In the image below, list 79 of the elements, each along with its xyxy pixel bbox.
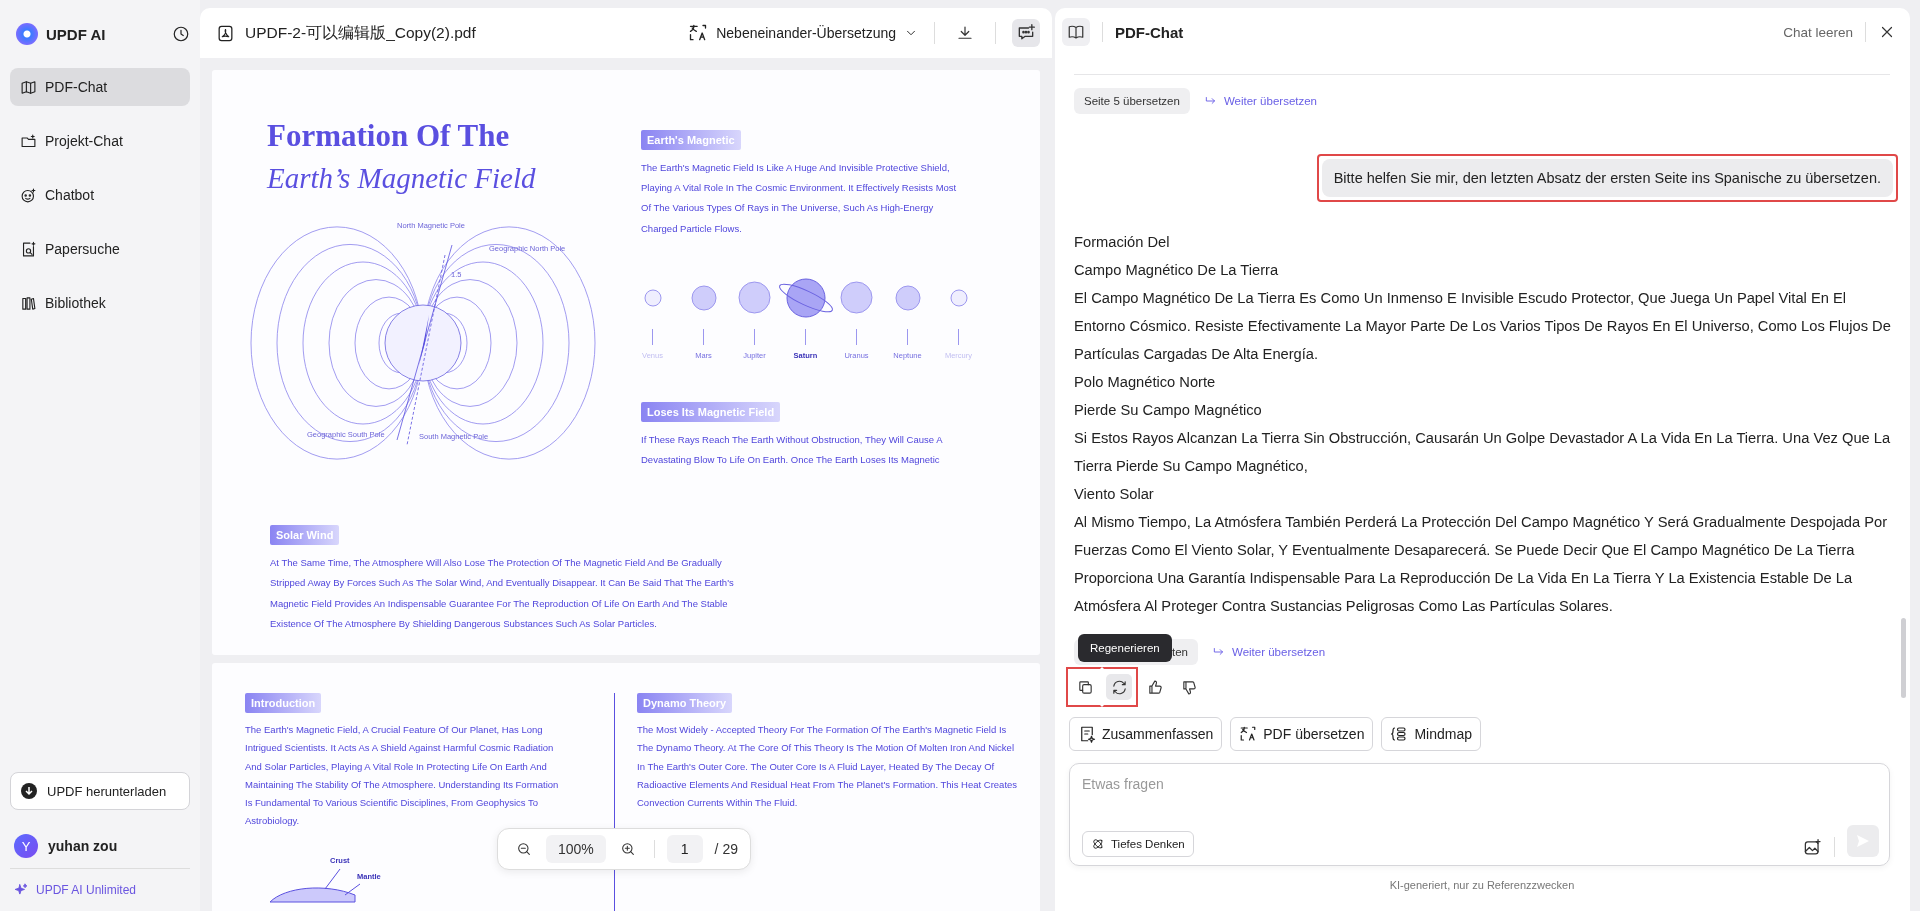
- response-text: Pierde Su Campo Magnético: [1074, 401, 1263, 420]
- robot-face-icon: [20, 186, 37, 204]
- pdf-file-icon: [216, 23, 235, 43]
- sidebar-item[interactable]: Chatbot: [10, 176, 190, 214]
- atom-icon: [1091, 837, 1105, 851]
- document-title: Formation Of The: [267, 118, 511, 154]
- sidebar-item[interactable]: PDF-Chat: [10, 68, 190, 106]
- response-text: Viento Solar: [1074, 485, 1155, 504]
- section-paragraph: The Earth's Magnetic Field, A Crucial Feature Of Our Planet, Has Long Intrigued Scientists. It Acts As A Shield Against Harmful Cosmic Radiation And Solar Particles, Playing A Vital Role In Protecting Life On Earth And Maintaining The Stability Of The Atmosphere. Understanding Its Formation Is Fundamental To Various Scientific Disciplines, From Geophysics To Astrobiology.: [245, 723, 560, 829]
- zoom-level[interactable]: 100%: [546, 835, 606, 863]
- copy-icon: [1076, 678, 1094, 696]
- folder-icon: [20, 132, 37, 150]
- translation-mode-dropdown[interactable]: Nebeneinander-Übersetzung: [688, 23, 918, 43]
- plan-link[interactable]: UPDF AI Unlimited: [10, 869, 190, 911]
- response-text: Formación Del: [1074, 233, 1171, 252]
- image-icon: [1803, 838, 1822, 857]
- file-name: UPDF-2-可以编辑版_Copy(2).pdf: [245, 22, 477, 43]
- page-number-field[interactable]: 1: [666, 835, 703, 863]
- zoom-out-icon: [516, 841, 532, 857]
- page-count: / 29: [714, 841, 738, 857]
- response-text: Campo Magnético De La Tierra: [1074, 261, 1280, 280]
- planet-icon: [949, 288, 968, 307]
- response-text: Al Mismo Tiempo, La Atmósfera También Perderá La Protección Del Campo Magnético Y Será Gradualmente Despojada Por Fuerzas Como El Viento Solar, Y Eventualmente Desaparecerá. Se Puede Decir Que El Campo Magnético De La Tierra Proporciona Una Garantía Indispensable Para La Reproducción De La Vida En La Tierra Y La Existencia Estable De La Atmósfera Al Proteger Contra Sustancias Peligrosas Como Las Partículas Solares.: [1074, 513, 1889, 616]
- planet-icon: [894, 284, 921, 311]
- section-paragraph: If These Rays Reach The Earth Without Obstruction, They Will Cause A Devastating Blow To Life On Earth. Once The Earth Loses Its Magnetic: [641, 432, 944, 467]
- tooltip: Regenerieren: [1078, 634, 1172, 662]
- section-heading: Solar Wind: [270, 525, 340, 546]
- book-button[interactable]: [1062, 18, 1090, 46]
- sparkle-icon: [14, 883, 28, 897]
- planet-icon: [690, 284, 717, 311]
- ai-chat-toggle-button[interactable]: [1012, 19, 1040, 47]
- document-subtitle: Earth’s Magnetic Field: [267, 162, 537, 195]
- response-text: Si Estos Rayos Alcanzan La Tierra Sin Obstrucción, Causarán Un Golpe Devastador A La Vida En La Tierra. Una Vez Que La Tierra Pierde Su Campo Magnético,: [1074, 429, 1892, 476]
- quick-action-button[interactable]: Mindmap: [1381, 717, 1482, 751]
- section-heading: Earth's Magnetic: [641, 130, 741, 150]
- app-name: UPDF AI: [46, 25, 107, 43]
- continue-translation-link[interactable]: Weiter übersetzen: [1203, 94, 1318, 108]
- history-icon: [172, 25, 190, 43]
- sidebar-item[interactable]: Projekt-Chat: [10, 122, 190, 160]
- continue-translation-link[interactable]: Weiter übersetzen: [1212, 645, 1326, 659]
- quick-action-button[interactable]: Zusammenfassen: [1069, 717, 1223, 751]
- response-text: Polo Magnético Norte: [1074, 373, 1217, 392]
- app-logo-icon: [16, 23, 38, 45]
- section-heading: Introduction: [245, 693, 322, 713]
- deep-thinking-button[interactable]: Tiefes Denken: [1082, 831, 1194, 857]
- chat-input-field[interactable]: Etwas fragen Tiefes Denken: [1069, 763, 1890, 866]
- sidebar-item[interactable]: Bibliothek: [10, 284, 190, 322]
- section-paragraph: The Earth's Magnetic Field Is Like A Huge And Invisible Protective Shield, Playing A Vital Role In The Cosmic Environment. It Effectively Resists Most Of The Various Types Of Rays in The Universe, Such As High-Energy Charged Particle Flows.: [641, 161, 958, 236]
- mindmap-icon: [1390, 725, 1409, 743]
- clear-chat-button[interactable]: Chat leeren: [1783, 24, 1853, 40]
- section-paragraph: At The Same Time, The Atmosphere Will Also Lose The Protection Of The Magnetic Field And Be Gradually Stripped Away By Forces Such As The Solar Wind, And Eventually Disappear. It Can Be Said That The Earth's Magnetic Field Provides An Indispensable Guarantee For The Reproduction Of Life On Earth And The Stable Existence Of The Atmosphere By Shielding Dangerous Substances Such As Solar Particles.: [270, 556, 735, 631]
- disclaimer-text: KI-generiert, nur zu Referenzzwecken: [1388, 879, 1576, 891]
- library-icon: [20, 294, 37, 312]
- image-upload-button[interactable]: [1803, 838, 1822, 857]
- summary-icon: [1078, 725, 1096, 743]
- thumbs-up-icon: [1146, 678, 1164, 696]
- quick-action-button[interactable]: PDF übersetzen: [1230, 717, 1374, 751]
- planet-icon: [840, 281, 873, 315]
- download-button[interactable]: UPDF herunterladen: [10, 772, 190, 810]
- section-heading: Dynamo Theory: [637, 693, 733, 713]
- response-text: El Campo Magnético De La Tierra Es Como Un Inmenso E Invisible Escudo Protector, Que Juega Un Papel Vital En El Entorno Cósmico. Resiste Efectivamente La Mayor Parte De Los Varios Tipos De Rayos En El Universo, Como Los Flujos De Partículas Cargadas De Alta Energía.: [1074, 289, 1892, 364]
- translate-icon: [688, 23, 709, 43]
- user-avatar: Y: [14, 834, 38, 858]
- planet-icon: [738, 281, 771, 315]
- download-icon: [956, 24, 974, 42]
- planet-icon: [643, 288, 662, 307]
- zoom-in-icon: [619, 841, 636, 857]
- document-search-icon: [20, 240, 37, 258]
- translate-page-chip[interactable]: Seite 5 übersetzen: [1074, 88, 1190, 114]
- download-icon: [21, 783, 37, 799]
- thumbs-down-icon: [1180, 678, 1198, 696]
- refresh-icon: [1110, 678, 1128, 696]
- user-message: Bitte helfen Sie mir, den letzten Absatz der ersten Seite ins Spanische zu übersetzen.: [1321, 159, 1893, 197]
- sidebar-item[interactable]: Papersuche: [10, 230, 190, 268]
- panel-title: PDF-Chat: [1115, 23, 1185, 41]
- section-paragraph: The Most Widely - Accepted Theory For The Formation Of The Earth's Magnetic Field Is The Dynamo Theory. At The Core Of This Theory Is The Motion Of Molten Iron And Nickel In The Earth's Outer Core. The Outer Core Is A Fluid Layer, Heated By The Decay Of Radioactive Elements And Residual Heat From The Planet's Formation. This Heat Creates Convection Currents Within The Fluid.: [637, 723, 1019, 811]
- translate-icon: [1239, 725, 1258, 743]
- section-heading: Loses Its Magnetic Field: [641, 401, 781, 422]
- user-name: yuhan zou: [48, 838, 118, 854]
